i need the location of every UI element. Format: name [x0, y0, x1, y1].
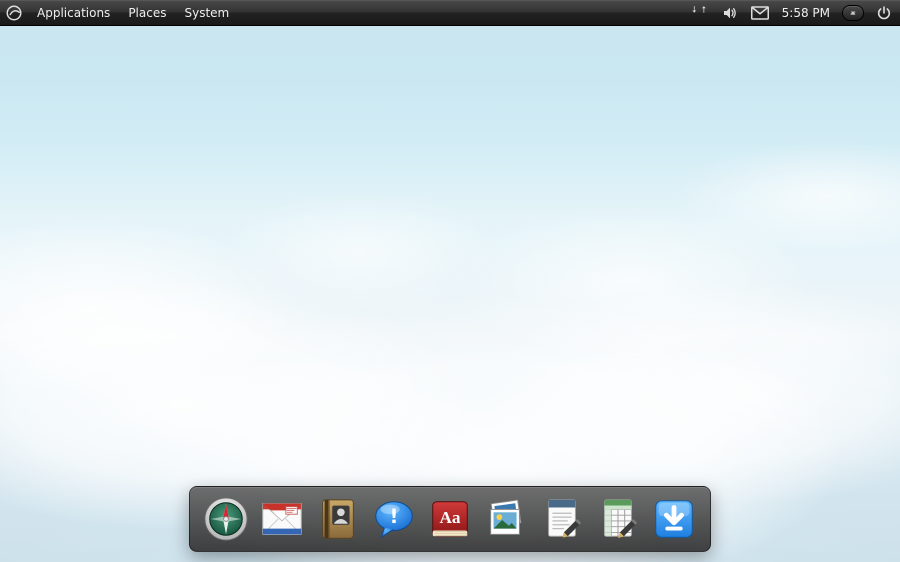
clock-text: 5:58 PM [782, 6, 830, 20]
mail-indicator-icon[interactable] [750, 0, 770, 25]
volume-icon[interactable] [720, 0, 740, 25]
places-menu[interactable]: Places [119, 0, 175, 25]
dock-item-photos[interactable] [482, 495, 530, 543]
downloads-icon [651, 496, 697, 542]
dock-item-dictionary[interactable]: Aa [426, 495, 474, 543]
dock-item-browser[interactable] [202, 495, 250, 543]
dock-item-contacts[interactable] [314, 495, 362, 543]
dictionary-icon: Aa [427, 496, 473, 542]
desktop-wallpaper [0, 0, 900, 562]
power-icon[interactable] [874, 0, 894, 25]
dock: ! Aa [189, 486, 711, 552]
svg-text:✕: ✕ [851, 11, 856, 17]
contacts-icon [315, 496, 361, 542]
dock-item-chat[interactable]: ! [370, 495, 418, 543]
dock-item-mail[interactable] [258, 495, 306, 543]
distro-logo-icon[interactable] [0, 0, 28, 26]
mail-app-icon [259, 496, 305, 542]
applications-label: Applications [37, 6, 110, 20]
user-switch-icon[interactable]: ✕ [842, 5, 864, 21]
network-icon[interactable] [690, 0, 710, 25]
top-panel: Applications Places System [0, 0, 900, 26]
dock-item-spreadsheet[interactable] [594, 495, 642, 543]
system-menu[interactable]: System [175, 0, 238, 25]
text-editor-icon [539, 496, 585, 542]
dock-item-downloads[interactable] [650, 495, 698, 543]
compass-icon [203, 496, 249, 542]
system-label: System [184, 6, 229, 20]
dictionary-glyph: Aa [439, 508, 460, 527]
applications-menu[interactable]: Applications [28, 0, 119, 25]
dock-item-text-editor[interactable] [538, 495, 586, 543]
svg-text:!: ! [390, 505, 399, 528]
places-label: Places [128, 6, 166, 20]
panel-clock[interactable]: 5:58 PM [780, 6, 832, 20]
photos-icon [483, 496, 529, 542]
chat-icon: ! [371, 496, 417, 542]
spreadsheet-icon [595, 496, 641, 542]
